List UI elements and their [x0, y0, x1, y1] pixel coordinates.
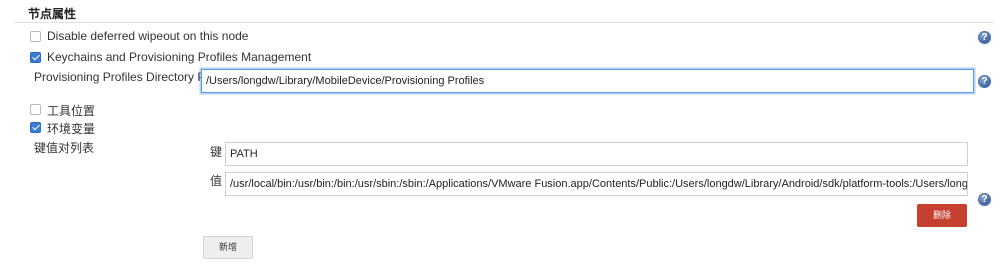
keychains-checkbox[interactable] — [30, 52, 41, 63]
section-title: 节点属性 — [28, 7, 77, 21]
help-icon[interactable]: ? — [978, 75, 991, 88]
section-divider — [14, 22, 994, 23]
env-vars-label: 环境变量 — [47, 122, 96, 136]
tool-location-checkbox[interactable] — [30, 104, 41, 115]
help-icon[interactable]: ? — [978, 193, 991, 206]
env-value-input[interactable]: /usr/local/bin:/usr/bin:/bin:/usr/sbin:/… — [225, 172, 968, 196]
key-value-list-label: 键值对列表 — [34, 141, 95, 155]
add-button[interactable]: 新增 — [203, 236, 253, 259]
env-vars-checkbox[interactable] — [30, 122, 41, 133]
provisioning-path-label: Provisioning Profiles Directory Path — [34, 70, 223, 84]
tool-location-label: 工具位置 — [47, 104, 96, 118]
key-label: 键 — [210, 145, 223, 159]
provisioning-path-input[interactable]: /Users/longdw/Library/MobileDevice/Provi… — [201, 69, 974, 93]
help-icon[interactable]: ? — [978, 31, 991, 44]
env-key-input[interactable]: PATH — [225, 142, 968, 166]
deferred-wipeout-label: Disable deferred wipeout on this node — [47, 29, 249, 43]
value-label: 值 — [210, 174, 223, 188]
deferred-wipeout-checkbox[interactable] — [30, 31, 41, 42]
keychains-label: Keychains and Provisioning Profiles Mana… — [47, 50, 312, 64]
delete-button[interactable]: 删除 — [917, 204, 967, 227]
